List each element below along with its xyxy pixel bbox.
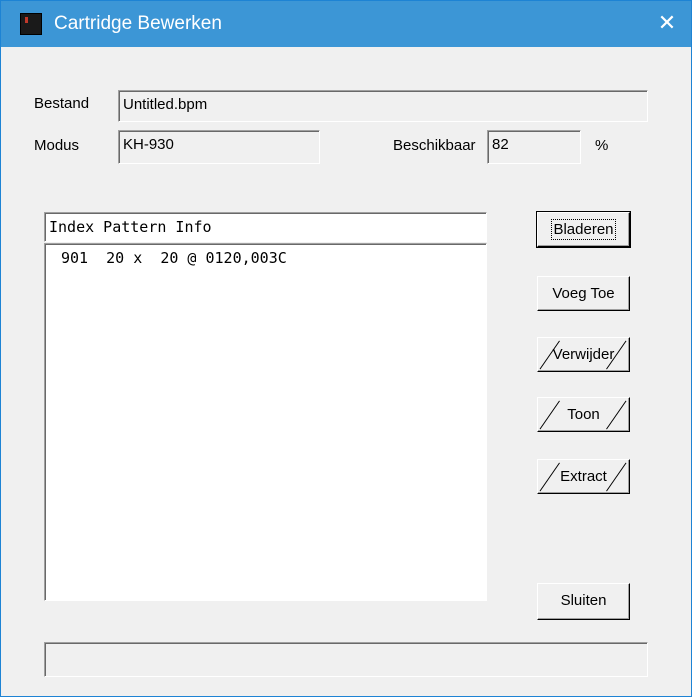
percent-label: % — [595, 137, 609, 154]
cartridge-dialog: Cartridge Bewerken ✕ Bestand Untitled.bp… — [0, 0, 692, 697]
pattern-listbox[interactable]: 901 20 x 20 @ 0120,003C — [44, 243, 487, 601]
title-bar[interactable]: Cartridge Bewerken ✕ — [1, 1, 691, 47]
status-bar — [44, 642, 648, 677]
verwijder-button[interactable]: Verwijder — [537, 337, 630, 372]
toon-label: Toon — [567, 406, 600, 423]
bestand-label: Bestand — [34, 95, 90, 112]
extract-label: Extract — [560, 468, 607, 485]
close-icon[interactable]: ✕ — [649, 6, 685, 42]
voeg-toe-label: Voeg Toe — [552, 285, 615, 302]
bladeren-button[interactable]: Bladeren — [536, 211, 631, 248]
sluiten-button[interactable]: Sluiten — [537, 583, 630, 620]
bladeren-label: Bladeren — [551, 219, 616, 240]
list-header: Index Pattern Info — [44, 212, 487, 242]
list-item[interactable]: 901 20 x 20 @ 0120,003C — [61, 248, 287, 268]
beschikbaar-field[interactable]: 82 — [487, 130, 581, 164]
bestand-field[interactable]: Untitled.bpm — [118, 90, 648, 122]
toon-button[interactable]: Toon — [537, 397, 630, 432]
sluiten-label: Sluiten — [560, 592, 607, 609]
modus-label: Modus — [34, 137, 80, 154]
extract-button[interactable]: Extract — [537, 459, 630, 494]
verwijder-label: Verwijder — [552, 346, 615, 363]
voeg-toe-button[interactable]: Voeg Toe — [537, 276, 630, 311]
modus-field[interactable]: KH-930 — [118, 130, 320, 164]
beschikbaar-label: Beschikbaar — [393, 137, 476, 154]
window-title: Cartridge Bewerken — [54, 13, 222, 34]
cartridge-app-icon — [20, 13, 42, 35]
